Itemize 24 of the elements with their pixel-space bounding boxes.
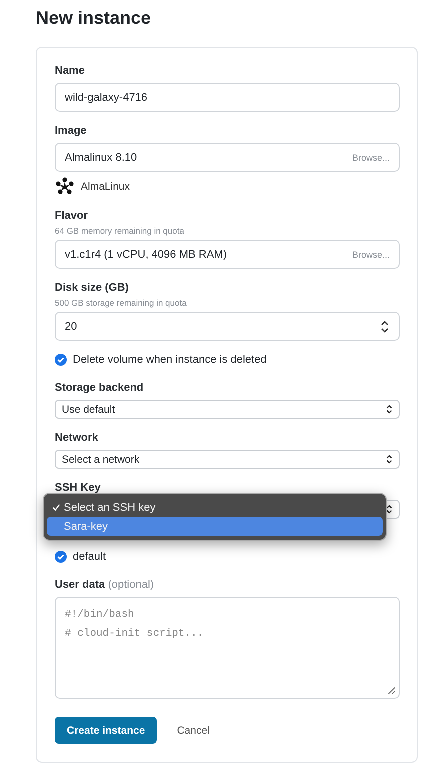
number-field[interactable]: 20 xyxy=(55,312,400,341)
select-field[interactable]: Select a network xyxy=(55,450,400,469)
field-label: User data (optional) xyxy=(55,579,154,591)
name-field[interactable]: wild-galaxy-4716 xyxy=(55,83,400,112)
select-field[interactable]: Use default xyxy=(55,400,400,419)
checkbox-label: Delete volume when instance is deleted xyxy=(73,354,267,366)
field-hint: 500 GB storage remaining in quota xyxy=(55,298,187,308)
menu-option[interactable]: Select an SSH key xyxy=(47,498,383,517)
create-button[interactable]: Create instance xyxy=(55,717,158,744)
page-title: New instance xyxy=(36,7,152,30)
field-label: Network xyxy=(55,432,98,444)
field-label: SSH Key xyxy=(55,482,101,494)
checkbox-label: default xyxy=(73,551,106,563)
field-label: Name xyxy=(55,65,85,77)
picker-field[interactable]: Almalinux 8.10 Browse... xyxy=(55,143,400,172)
image-name: AlmaLinux xyxy=(81,181,130,193)
picker-field[interactable]: v1.c1r4 (1 vCPU, 4096 MB RAM) Browse... xyxy=(55,240,400,269)
cancel-button[interactable]: Cancel xyxy=(177,724,210,736)
field-hint: 64 GB memory remaining in quota xyxy=(55,226,184,236)
user-data-field[interactable]: #!/bin/bash # cloud-init script... xyxy=(55,597,400,699)
field-label: Flavor xyxy=(55,210,88,222)
field-label: Storage backend xyxy=(55,382,144,394)
field-label: Image xyxy=(55,125,87,137)
field-label: Disk size (GB) xyxy=(55,282,129,294)
